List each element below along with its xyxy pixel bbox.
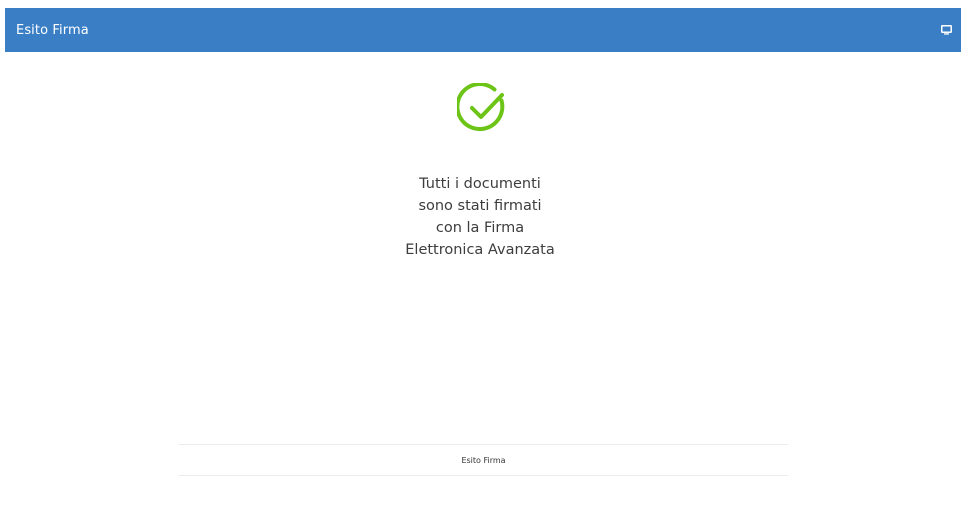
message-line: Elettronica Avanzata — [405, 242, 555, 258]
footer-label: Esito Firma — [461, 455, 506, 465]
footer: Esito Firma — [179, 444, 788, 476]
message-line: sono stati firmati — [418, 198, 542, 214]
success-message: Tutti i documenti sono stati firmati con… — [330, 173, 630, 261]
message-line: con la Firma — [435, 220, 525, 236]
app-header: Esito Firma — [5, 8, 961, 52]
signature-result-page: Esito Firma Tutti i documenti sono stati… — [0, 0, 961, 507]
top-strip — [0, 0, 961, 8]
monitor-icon[interactable] — [939, 23, 953, 37]
page-title: Esito Firma — [16, 22, 89, 38]
message-line: Tutti i documenti — [419, 176, 541, 192]
check-circle-icon — [455, 82, 509, 135]
